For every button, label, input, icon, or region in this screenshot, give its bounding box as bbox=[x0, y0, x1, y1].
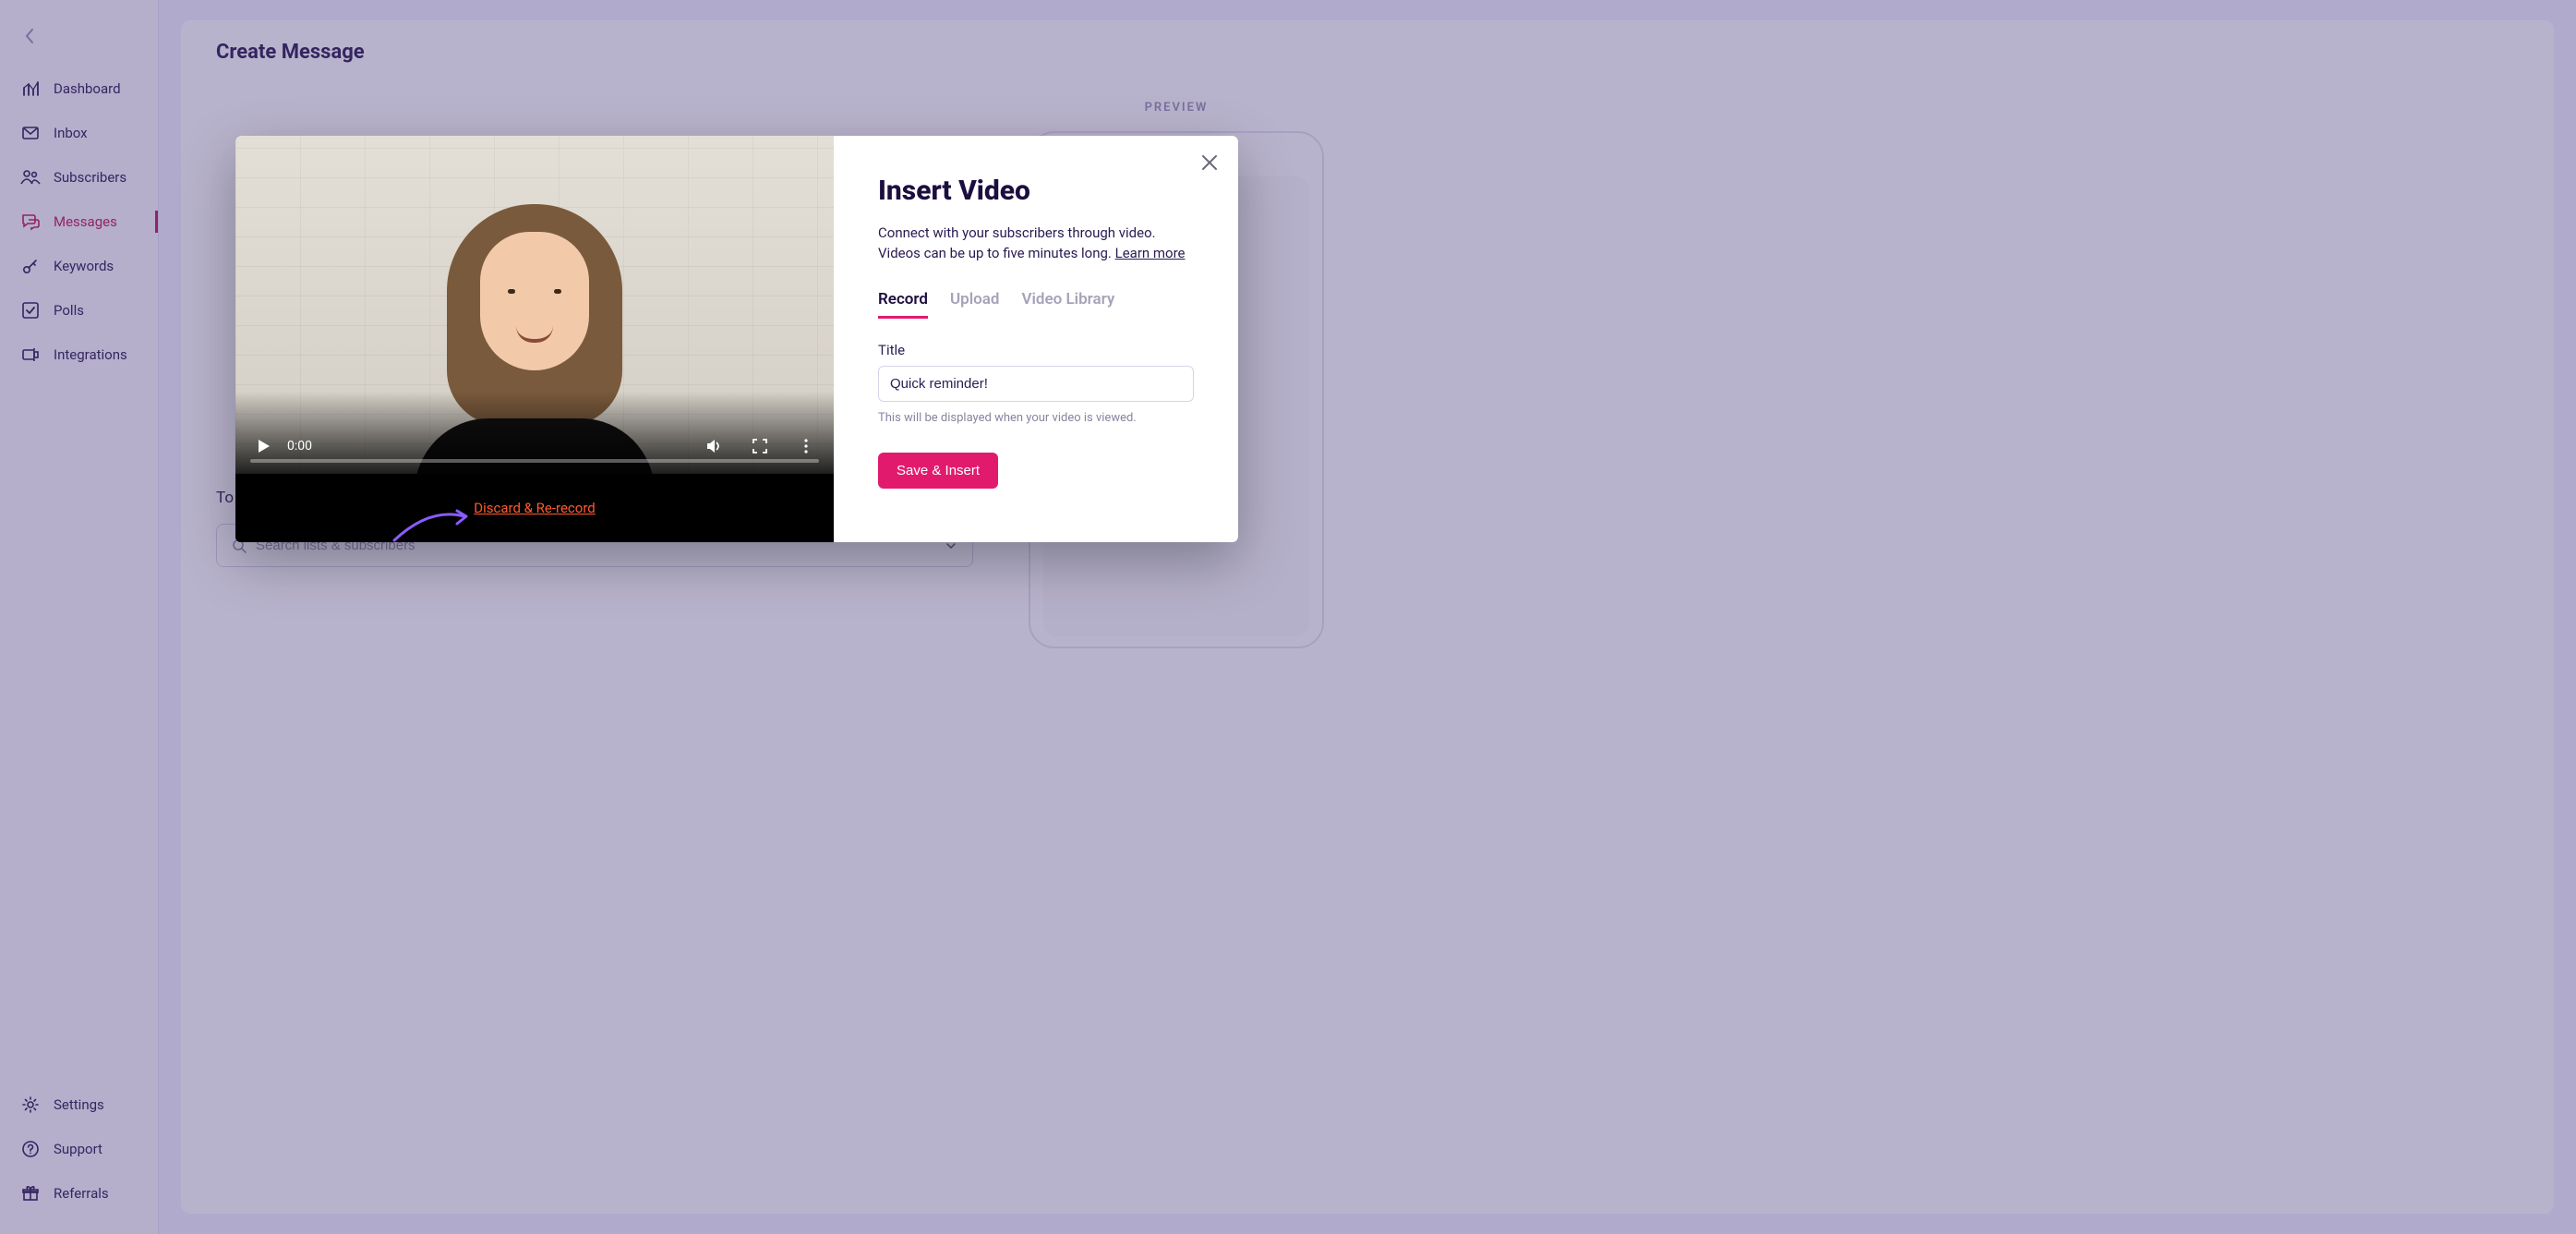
annotation-arrow-icon bbox=[392, 505, 475, 542]
volume-button[interactable] bbox=[701, 433, 727, 459]
video-current-time: 0:00 bbox=[287, 439, 312, 454]
title-field-label: Title bbox=[878, 342, 1194, 358]
modal-title: Insert Video bbox=[878, 175, 1194, 207]
video-preview[interactable]: 0:00 bbox=[235, 136, 834, 474]
seek-bar[interactable] bbox=[250, 459, 819, 463]
modal-description: Connect with your subscribers through vi… bbox=[878, 224, 1194, 264]
video-pane: 0:00 Discard bbox=[235, 136, 834, 542]
save-insert-button[interactable]: Save & Insert bbox=[878, 453, 998, 489]
discard-rerecord-link[interactable]: Discard & Re-record bbox=[474, 500, 595, 516]
modal-tabs: Record Upload Video Library bbox=[878, 290, 1194, 320]
volume-icon bbox=[704, 437, 723, 455]
video-controls: 0:00 bbox=[235, 418, 834, 474]
fullscreen-button[interactable] bbox=[747, 433, 773, 459]
modal-form-pane: Insert Video Connect with your subscribe… bbox=[834, 136, 1238, 542]
modal-description-text: Connect with your subscribers through vi… bbox=[878, 224, 1156, 261]
video-title-input[interactable] bbox=[878, 366, 1194, 402]
play-button[interactable] bbox=[250, 433, 276, 459]
fullscreen-icon bbox=[752, 438, 768, 454]
close-button[interactable] bbox=[1199, 152, 1220, 173]
play-icon bbox=[255, 438, 271, 454]
video-footer: Discard & Re-record bbox=[235, 474, 834, 542]
tab-library[interactable]: Video Library bbox=[1021, 290, 1114, 319]
tab-record[interactable]: Record bbox=[878, 290, 928, 319]
close-icon bbox=[1199, 152, 1220, 173]
tab-upload[interactable]: Upload bbox=[950, 290, 999, 319]
learn-more-link[interactable]: Learn more bbox=[1115, 245, 1186, 261]
title-hint: This will be displayed when your video i… bbox=[878, 411, 1194, 425]
more-button[interactable] bbox=[793, 433, 819, 459]
insert-video-modal: 0:00 Discard bbox=[235, 136, 1238, 542]
more-vertical-icon bbox=[803, 438, 809, 454]
